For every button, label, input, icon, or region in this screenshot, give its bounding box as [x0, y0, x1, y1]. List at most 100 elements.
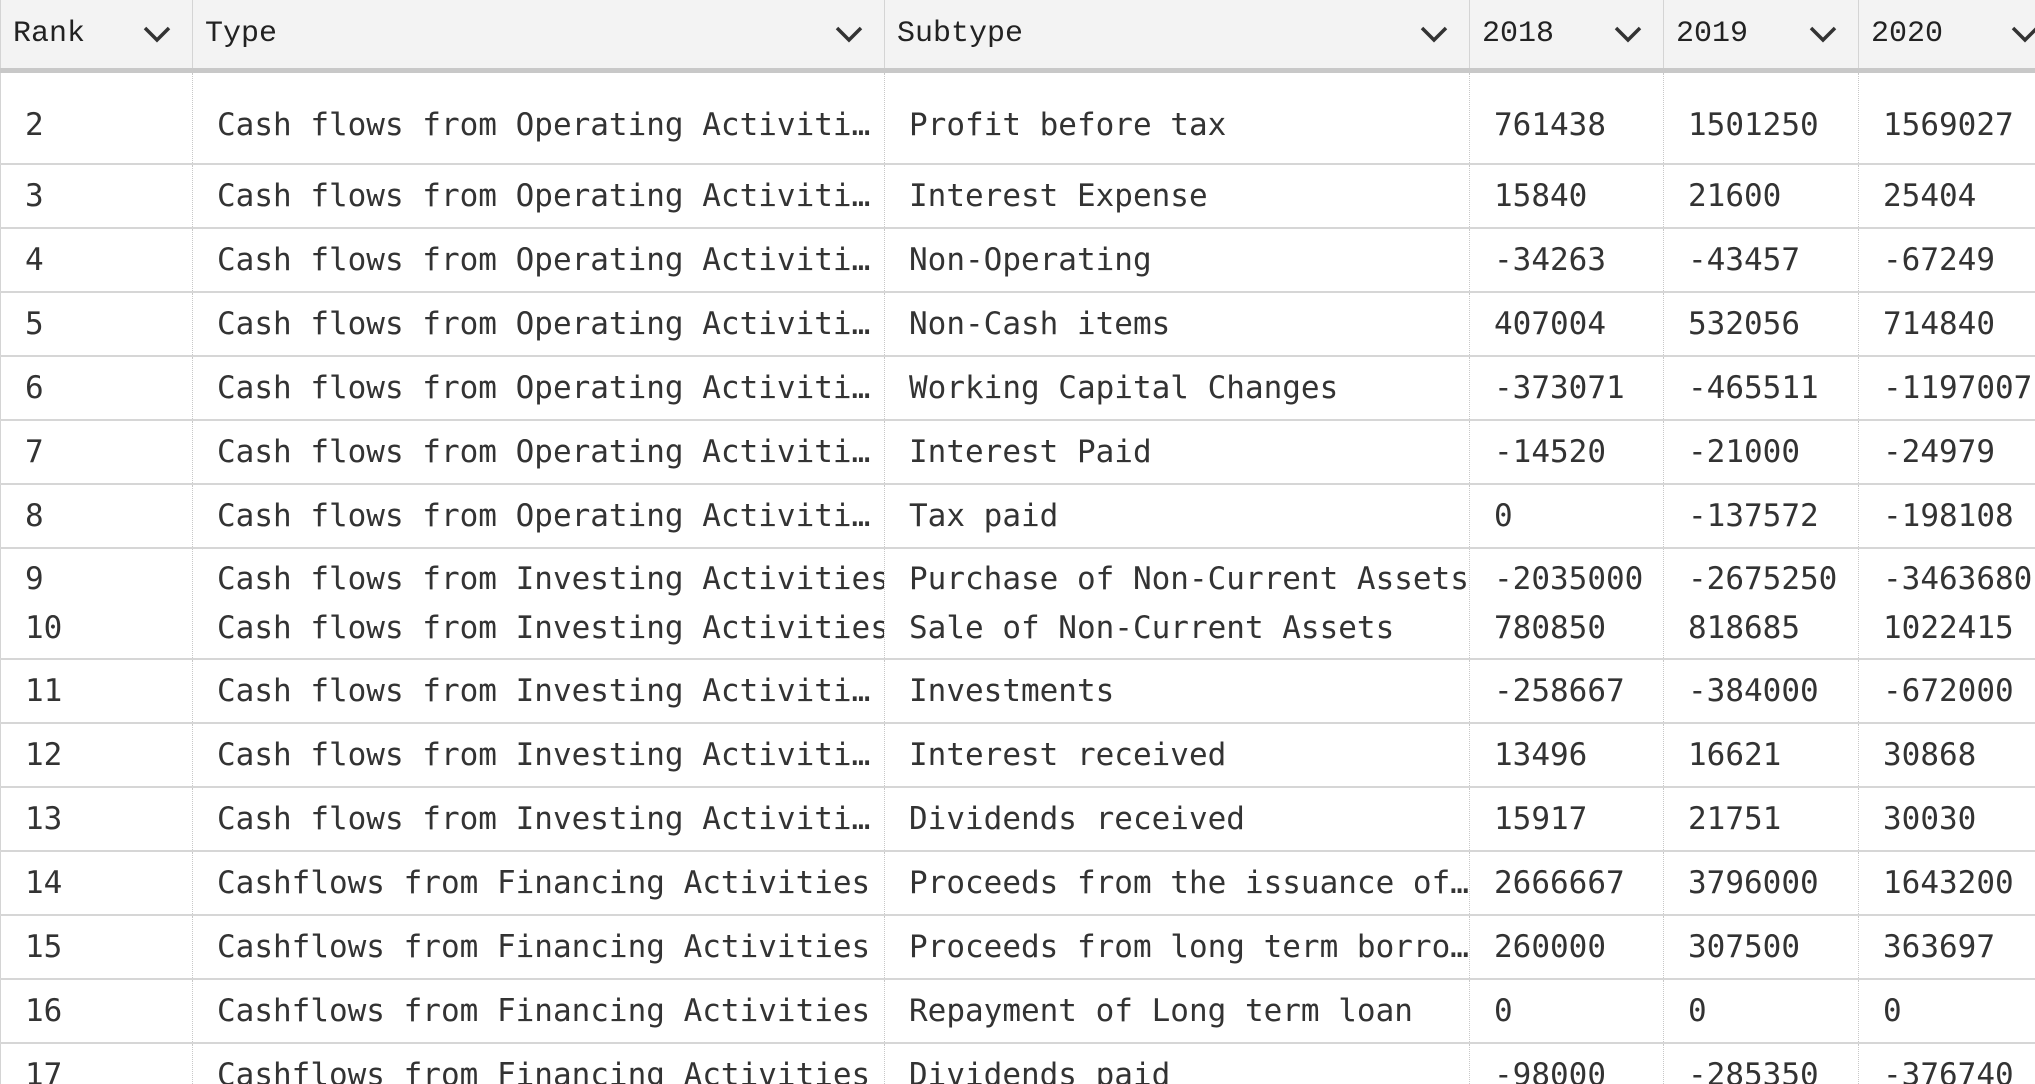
cell-2018[interactable]: 0: [1469, 979, 1664, 1044]
cell-type[interactable]: Cash flows from Operating Activities: [192, 292, 885, 357]
cell-rank[interactable]: 3: [0, 164, 193, 229]
cell-2019[interactable]: 307500: [1663, 915, 1859, 980]
chevron-down-icon[interactable]: [140, 17, 174, 51]
column-header-2019[interactable]: 2019: [1663, 0, 1859, 73]
chevron-down-icon[interactable]: [1806, 17, 1840, 51]
cell-type[interactable]: Cash flows from Operating Activities: [192, 228, 885, 293]
cell-rank[interactable]: 12: [0, 723, 193, 788]
cell-2019[interactable]: -21000: [1663, 420, 1859, 485]
cell-2020[interactable]: -376740: [1858, 1043, 2035, 1084]
cell-2020[interactable]: 714840: [1858, 292, 2035, 357]
cell-2018[interactable]: -2035000 780850: [1469, 548, 1664, 660]
cell-subtype[interactable]: Dividends paid: [884, 1043, 1470, 1084]
cell-rank[interactable]: 9 10: [0, 548, 193, 660]
cell-rank[interactable]: 13: [0, 787, 193, 852]
cell-type[interactable]: Cash flows from Investing Activities: [192, 659, 885, 724]
cell-subtype[interactable]: Proceeds from long term borro…: [884, 915, 1470, 980]
cell-2018[interactable]: 407004: [1469, 292, 1664, 357]
cell-type[interactable]: Cash flows from Operating Activities: [192, 484, 885, 549]
cell-rank[interactable]: 5: [0, 292, 193, 357]
cell-2020[interactable]: -67249: [1858, 228, 2035, 293]
chevron-down-icon[interactable]: [832, 17, 866, 51]
cell-type[interactable]: Cashflows from Financing Activities: [192, 915, 885, 980]
cell-type[interactable]: Cash flows from Investing Activities: [192, 723, 885, 788]
cell-subtype[interactable]: Repayment of Long term loan: [884, 979, 1470, 1044]
cell-2020[interactable]: 1643200: [1858, 851, 2035, 916]
cell-subtype[interactable]: Investments: [884, 659, 1470, 724]
cell-rank[interactable]: 8: [0, 484, 193, 549]
table-row[interactable]: 11 Cash flows from Investing Activities …: [0, 659, 2035, 724]
cell-subtype[interactable]: Interest received: [884, 723, 1470, 788]
cell-2019[interactable]: -465511: [1663, 356, 1859, 421]
cell-2018[interactable]: -258667: [1469, 659, 1664, 724]
cell-2020[interactable]: 1569027: [1858, 70, 2035, 165]
cell-type[interactable]: Cash flows from Operating Activities: [192, 356, 885, 421]
cell-type[interactable]: Cashflows from Financing Activities: [192, 1043, 885, 1084]
table-row[interactable]: 13 Cash flows from Investing Activities …: [0, 787, 2035, 852]
cell-2019[interactable]: -285350: [1663, 1043, 1859, 1084]
cell-2019[interactable]: 3796000: [1663, 851, 1859, 916]
cell-type[interactable]: Cashflows from Financing Activities: [192, 851, 885, 916]
column-header-rank[interactable]: Rank: [0, 0, 193, 73]
cell-subtype[interactable]: Purchase of Non-Current Assets Sale of N…: [884, 548, 1470, 660]
cell-2019[interactable]: -43457: [1663, 228, 1859, 293]
cell-2019[interactable]: 21600: [1663, 164, 1859, 229]
cell-2019[interactable]: -384000: [1663, 659, 1859, 724]
cell-subtype[interactable]: Working Capital Changes: [884, 356, 1470, 421]
column-header-type[interactable]: Type: [192, 0, 885, 73]
cell-subtype[interactable]: Proceeds from the issuance of…: [884, 851, 1470, 916]
cell-subtype[interactable]: Non-Operating: [884, 228, 1470, 293]
cell-type[interactable]: Cashflows from Financing Activities: [192, 979, 885, 1044]
table-row[interactable]: 6 Cash flows from Operating Activities W…: [0, 356, 2035, 421]
table-row[interactable]: 14 Cashflows from Financing Activities P…: [0, 851, 2035, 916]
cell-2018[interactable]: 15840: [1469, 164, 1664, 229]
cell-rank[interactable]: 14: [0, 851, 193, 916]
cell-2019[interactable]: 532056: [1663, 292, 1859, 357]
table-row[interactable]: 7 Cash flows from Operating Activities I…: [0, 420, 2035, 485]
table-row[interactable]: 12 Cash flows from Investing Activities …: [0, 723, 2035, 788]
cell-subtype[interactable]: Non-Cash items: [884, 292, 1470, 357]
cell-2018[interactable]: 2666667: [1469, 851, 1664, 916]
cell-2020[interactable]: -3463680 1022415: [1858, 548, 2035, 660]
cell-2018[interactable]: -373071: [1469, 356, 1664, 421]
cell-2020[interactable]: 0: [1858, 979, 2035, 1044]
cell-2020[interactable]: -672000: [1858, 659, 2035, 724]
cell-2020[interactable]: -198108: [1858, 484, 2035, 549]
cell-2020[interactable]: 30868: [1858, 723, 2035, 788]
cell-2019[interactable]: 0: [1663, 979, 1859, 1044]
table-row[interactable]: 3 Cash flows from Operating Activities I…: [0, 164, 2035, 229]
cell-subtype[interactable]: Dividends received: [884, 787, 1470, 852]
cell-subtype[interactable]: Profit before tax: [884, 70, 1470, 165]
table-row-stacked[interactable]: 9 10 Cash flows from Investing Activitie…: [0, 548, 2035, 660]
cell-rank[interactable]: 16: [0, 979, 193, 1044]
cell-rank[interactable]: 4: [0, 228, 193, 293]
cell-rank[interactable]: 15: [0, 915, 193, 980]
cell-2018[interactable]: 0: [1469, 484, 1664, 549]
cell-rank[interactable]: 17: [0, 1043, 193, 1084]
cell-type[interactable]: Cash flows from Investing Activities: [192, 787, 885, 852]
cell-2018[interactable]: -34263: [1469, 228, 1664, 293]
column-header-2020[interactable]: 2020: [1858, 0, 2035, 73]
cell-2018[interactable]: 15917: [1469, 787, 1664, 852]
cell-2018[interactable]: 260000: [1469, 915, 1664, 980]
cell-type[interactable]: Cash flows from Operating Activities: [192, 164, 885, 229]
cell-2019[interactable]: -2675250 818685: [1663, 548, 1859, 660]
cell-type[interactable]: Cash flows from Investing Activities Cas…: [192, 548, 885, 660]
cell-rank[interactable]: 2: [0, 70, 193, 165]
table-row[interactable]: 2 Cash flows from Operating Activities P…: [0, 70, 2035, 165]
cell-2018[interactable]: -14520: [1469, 420, 1664, 485]
cell-2020[interactable]: 30030: [1858, 787, 2035, 852]
table-row[interactable]: 5 Cash flows from Operating Activities N…: [0, 292, 2035, 357]
chevron-down-icon[interactable]: [1611, 17, 1645, 51]
cell-2019[interactable]: -137572: [1663, 484, 1859, 549]
cell-rank[interactable]: 6: [0, 356, 193, 421]
cell-2019[interactable]: 1501250: [1663, 70, 1859, 165]
cell-2018[interactable]: 13496: [1469, 723, 1664, 788]
cell-2019[interactable]: 21751: [1663, 787, 1859, 852]
cell-rank[interactable]: 11: [0, 659, 193, 724]
column-header-subtype[interactable]: Subtype: [884, 0, 1470, 73]
cell-2019[interactable]: 16621: [1663, 723, 1859, 788]
table-row[interactable]: 16 Cashflows from Financing Activities R…: [0, 979, 2035, 1044]
table-row[interactable]: 8 Cash flows from Operating Activities T…: [0, 484, 2035, 549]
cell-subtype[interactable]: Tax paid: [884, 484, 1470, 549]
